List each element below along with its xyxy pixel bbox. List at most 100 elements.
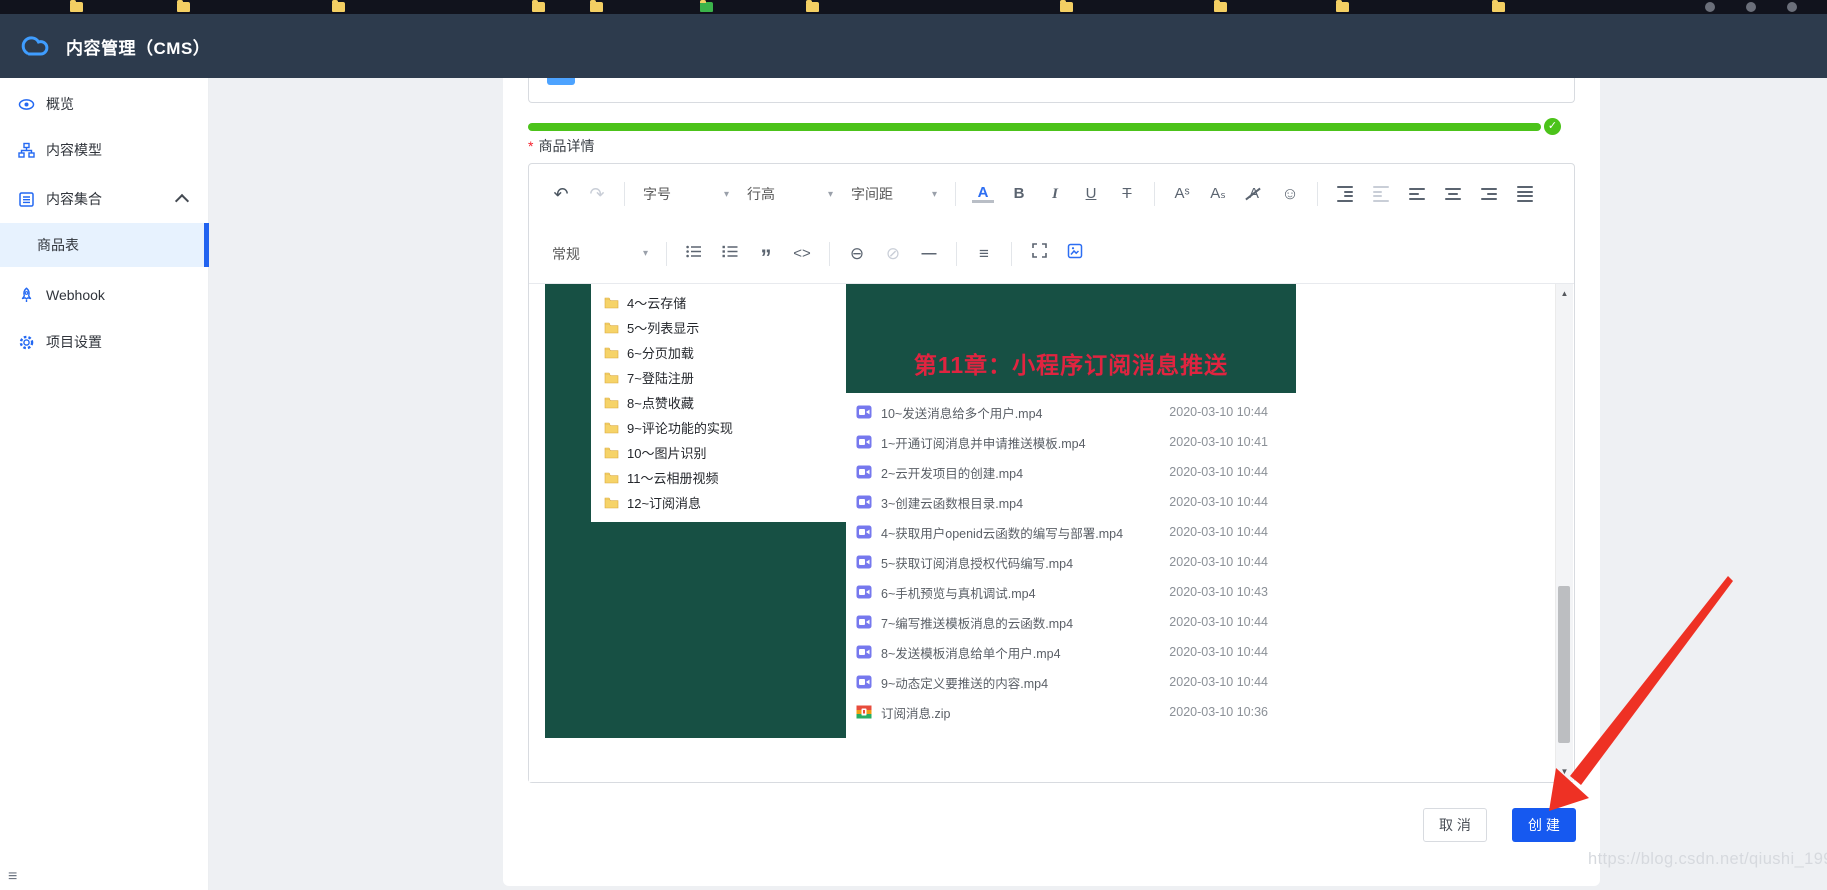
underline-icon[interactable]: U xyxy=(1080,184,1102,204)
editor-content-area[interactable]: 4～云存储 5～列表显示 6~分页加载 7~登陆注册 8~点赞收藏 9~评论功能… xyxy=(529,284,1574,782)
file-name: 7~编写推送模板消息的云函数.mp4 xyxy=(881,613,1073,632)
sidebar-item-project-settings[interactable]: 项目设置 xyxy=(0,320,209,364)
emoji-icon[interactable]: ☺ xyxy=(1279,184,1301,204)
insert-image-icon[interactable] xyxy=(1064,243,1086,265)
upload-field-partial[interactable] xyxy=(528,78,1575,103)
video-file-icon xyxy=(856,405,872,419)
pasted-course-screenshot: 4～云存储 5～列表显示 6~分页加载 7~登陆注册 8~点赞收藏 9~评论功能… xyxy=(545,284,1296,738)
file-name: 2~云开发项目的创建.mp4 xyxy=(881,463,1023,482)
file-row: 8~发送模板消息给单个用户.mp4 2020-03-10 10:44 xyxy=(846,637,1296,667)
collection-icon xyxy=(18,191,35,208)
strikethrough-icon[interactable]: T xyxy=(1116,184,1138,204)
folder-row: 6~分页加载 xyxy=(591,340,846,365)
italic-icon[interactable]: I xyxy=(1044,184,1066,204)
undo-icon[interactable]: ↶ xyxy=(550,184,572,204)
bookmark-folder-icon[interactable] xyxy=(1060,2,1073,12)
file-name: 订阅消息.zip xyxy=(881,703,950,722)
folder-row: 9~评论功能的实现 xyxy=(591,415,846,440)
file-date: 2020-03-10 10:43 xyxy=(1169,585,1268,599)
bookmark-folder-icon[interactable] xyxy=(70,2,83,12)
rocket-icon xyxy=(18,287,35,304)
bold-icon[interactable]: B xyxy=(1008,184,1030,204)
video-file-icon xyxy=(856,615,872,629)
folder-row: 7~登陆注册 xyxy=(591,365,846,390)
sidebar-item-label: 概览 xyxy=(46,94,74,114)
bullet-list-icon[interactable] xyxy=(683,244,705,264)
scroll-down-icon[interactable]: ▼ xyxy=(1556,764,1573,779)
app-header: 内容管理（CMS） xyxy=(0,14,1827,78)
sidebar-item-webhook[interactable]: Webhook xyxy=(0,273,209,317)
video-file-icon xyxy=(856,675,872,689)
code-icon[interactable]: <> xyxy=(791,244,813,264)
letter-spacing-dropdown[interactable]: 字间距▾ xyxy=(851,184,937,204)
bookmark-folder-icon[interactable] xyxy=(332,2,345,12)
align-left-icon[interactable] xyxy=(1406,184,1428,204)
folder-icon xyxy=(604,372,619,384)
toolbar-divider xyxy=(1011,242,1012,266)
chevron-down-icon: ▾ xyxy=(724,189,729,200)
bookmark-site-icon[interactable] xyxy=(700,2,713,12)
align-center-icon[interactable] xyxy=(1442,184,1464,204)
font-color-icon[interactable]: A xyxy=(972,185,994,203)
blockquote-icon[interactable]: ” xyxy=(755,253,777,263)
gear-icon xyxy=(18,334,35,351)
video-file-icon xyxy=(856,585,872,599)
sidebar-item-overview[interactable]: 概览 xyxy=(0,82,209,126)
sidebar-collapse-icon[interactable]: ≡ xyxy=(8,868,17,886)
browser-menu-icon[interactable] xyxy=(1746,2,1756,12)
bookmark-folder-icon[interactable] xyxy=(1336,2,1349,12)
file-row: 2~云开发项目的创建.mp4 2020-03-10 10:44 xyxy=(846,457,1296,487)
scrollbar-thumb[interactable] xyxy=(1558,586,1570,743)
scroll-up-icon[interactable]: ▲ xyxy=(1556,286,1573,301)
screenshot-file-list: 10~发送消息给多个用户.mp4 2020-03-10 10:44 1~开通订阅… xyxy=(846,393,1296,738)
ordered-list-icon[interactable] xyxy=(719,244,741,264)
eye-icon xyxy=(18,96,35,113)
file-row: 10~发送消息给多个用户.mp4 2020-03-10 10:44 xyxy=(846,397,1296,427)
unlink-icon[interactable]: ⊘ xyxy=(882,244,904,264)
paragraph-style-dropdown[interactable]: 常规▾ xyxy=(552,244,648,264)
bookmark-folder-icon[interactable] xyxy=(177,2,190,12)
sidebar-item-label: 项目设置 xyxy=(46,332,102,352)
fullscreen-icon[interactable] xyxy=(1028,243,1050,264)
link-icon[interactable]: ⊖ xyxy=(846,244,868,264)
create-button[interactable]: 创 建 xyxy=(1512,808,1576,842)
align-right-icon[interactable] xyxy=(1478,184,1500,204)
browser-avatar-icon[interactable] xyxy=(1705,2,1715,12)
cancel-button[interactable]: 取 消 xyxy=(1423,808,1487,842)
editor-scrollbar[interactable]: ▲ ▼ xyxy=(1555,284,1573,781)
screenshot-folder-list: 4～云存储 5～列表显示 6~分页加载 7~登陆注册 8~点赞收藏 9~评论功能… xyxy=(591,284,846,522)
browser-menu-icon[interactable] xyxy=(1787,2,1797,12)
toolbar-divider xyxy=(829,242,830,266)
file-row: 3~创建云函数根目录.mp4 2020-03-10 10:44 xyxy=(846,487,1296,517)
file-name: 3~创建云函数根目录.mp4 xyxy=(881,493,1023,512)
bookmark-folder-icon[interactable] xyxy=(1492,2,1505,12)
horizontal-rule-icon[interactable]: — xyxy=(918,244,940,264)
folder-row: 5～列表显示 xyxy=(591,315,846,340)
font-size-dropdown[interactable]: 字号▾ xyxy=(643,184,729,204)
bookmark-folder-icon[interactable] xyxy=(1214,2,1227,12)
folder-icon xyxy=(604,322,619,334)
file-date: 2020-03-10 10:44 xyxy=(1169,405,1268,419)
bookmark-folder-icon[interactable] xyxy=(806,2,819,12)
sidebar-item-content-collection[interactable]: 内容集合 xyxy=(0,177,209,221)
justify-icon[interactable] xyxy=(1514,184,1536,204)
bookmark-folder-icon[interactable] xyxy=(590,2,603,12)
create-record-form: ✓ *商品详情 ↶ ↷ 字号▾ 行高▾ 字间距▾ A B I U T Aˢ xyxy=(503,78,1600,886)
sidebar-item-label: 内容模型 xyxy=(46,140,102,160)
format-brush-icon[interactable]: ≡ xyxy=(973,244,995,264)
cloudbase-logo-icon xyxy=(16,32,54,60)
sidebar-item-product-table[interactable]: 商品表 xyxy=(0,223,209,267)
subscript-icon[interactable]: Aₛ xyxy=(1207,184,1229,204)
redo-icon[interactable]: ↷ xyxy=(586,184,608,204)
line-height-dropdown[interactable]: 行高▾ xyxy=(747,184,833,204)
file-date: 2020-03-10 10:44 xyxy=(1169,645,1268,659)
file-row: 7~编写推送模板消息的云函数.mp4 2020-03-10 10:44 xyxy=(846,607,1296,637)
outdent-icon[interactable] xyxy=(1370,184,1392,204)
clear-format-icon[interactable]: A xyxy=(1243,184,1265,204)
required-asterisk: * xyxy=(528,138,533,154)
bookmark-folder-icon[interactable] xyxy=(532,2,545,12)
indent-icon[interactable] xyxy=(1334,184,1356,204)
sidebar-item-content-model[interactable]: 内容模型 xyxy=(0,128,209,172)
superscript-icon[interactable]: Aˢ xyxy=(1171,184,1193,204)
video-file-icon xyxy=(856,465,872,479)
